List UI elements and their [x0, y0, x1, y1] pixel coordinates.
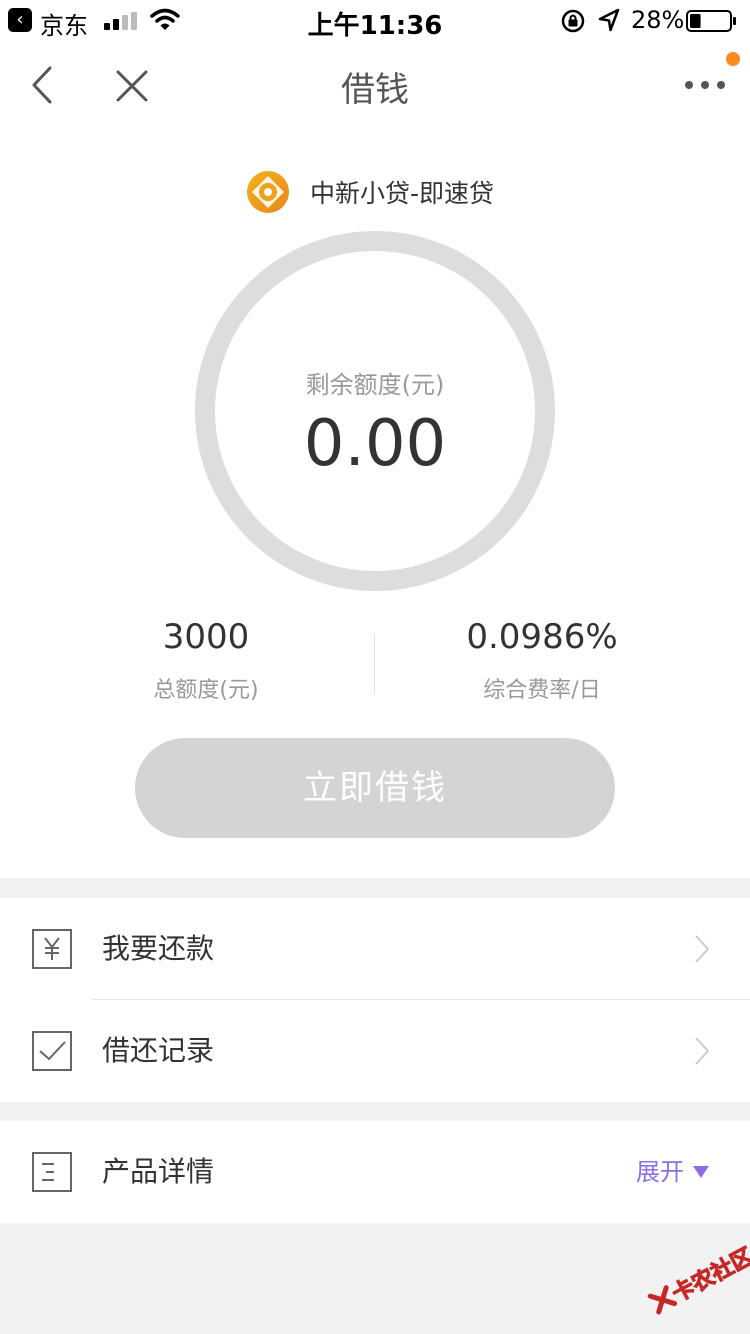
menu-label-records: 借还记录: [102, 1034, 215, 1067]
watermark-text: 卡农社区: [668, 1244, 750, 1308]
notification-dot: [726, 52, 740, 66]
total-credit-value: 3000: [162, 617, 250, 657]
menu-label-repay: 我要还款: [102, 932, 215, 965]
document-icon: [32, 1152, 72, 1192]
caret-down-icon[interactable]: [692, 1165, 710, 1179]
product-logo-icon: [246, 171, 289, 213]
yuan-icon: [32, 929, 72, 969]
daily-rate: 0.0986% 综合费率/日: [392, 614, 692, 704]
watermark: 卡农社区: [638, 1232, 750, 1332]
product-details-section: 产品详情 展开: [0, 1121, 750, 1223]
loan-actions-list: 我要还款 借还记录: [0, 898, 750, 1102]
daily-rate-value: 0.0986%: [466, 617, 618, 657]
battery-icon: [686, 10, 736, 32]
nav-bar: 借钱: [0, 42, 750, 128]
product-header: 中新小贷-即速贷: [0, 170, 750, 214]
total-credit-label: 总额度(元): [153, 678, 259, 703]
page-title: 借钱: [341, 70, 409, 110]
chevron-right-icon: [695, 1037, 710, 1065]
chevron-right-icon: [695, 935, 710, 963]
status-bar: ‹ 京东 上午11:36 28%: [0, 0, 750, 42]
remaining-credit-value: 0.00: [303, 407, 447, 481]
more-icon[interactable]: [680, 74, 730, 96]
location-icon: [598, 8, 620, 32]
menu-item-details[interactable]: 产品详情 展开: [0, 1121, 750, 1223]
product-name: 中新小贷-即速贷: [309, 179, 495, 208]
checkbox-icon: [32, 1031, 72, 1071]
menu-item-records[interactable]: 借还记录: [0, 1000, 750, 1102]
expand-link[interactable]: 展开: [636, 1121, 684, 1223]
daily-rate-label: 综合费率/日: [483, 678, 601, 703]
battery-percentage: 28%: [631, 6, 685, 34]
loan-summary-card: 中新小贷-即速贷 剩余额度(元) 0.00 3000 总额度(元) 0.0986…: [0, 128, 750, 878]
borrow-now-button[interactable]: 立即借钱: [135, 738, 615, 838]
orientation-lock-icon: [561, 9, 585, 33]
stats-divider: [374, 634, 375, 694]
menu-item-repay[interactable]: 我要还款: [0, 898, 750, 1000]
remaining-credit-ring: 剩余额度(元) 0.00: [195, 231, 555, 591]
credit-stats: 3000 总额度(元) 0.0986% 综合费率/日: [0, 614, 750, 714]
total-credit: 3000 总额度(元): [56, 614, 356, 704]
menu-label-details: 产品详情: [102, 1155, 215, 1188]
remaining-credit-label: 剩余额度(元): [305, 371, 445, 399]
